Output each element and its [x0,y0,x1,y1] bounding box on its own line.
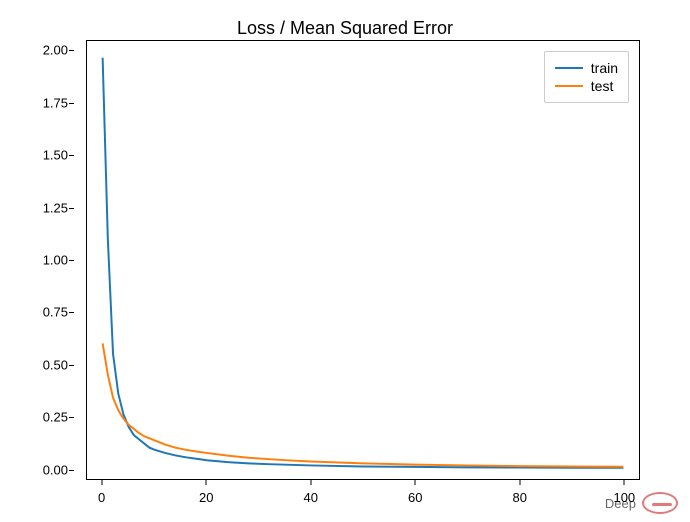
x-tick-mark [519,480,520,485]
x-tick-label: 80 [513,490,527,505]
legend-item-train: train [555,60,618,76]
y-tick-label: 1.75 [43,95,68,110]
series-line-train [103,58,624,468]
legend-label: train [591,60,618,76]
x-tick-mark [206,480,207,485]
y-axis-ticks: 0.00 0.25 0.50 0.75 1.00 1.25 1.50 1.75 2.00 [0,40,80,480]
y-tick-label: 1.25 [43,200,68,215]
plot-svg [87,41,639,479]
x-axis-ticks: 020406080100 [86,480,640,510]
x-tick-label: 40 [304,490,318,505]
y-tick-mark [69,103,74,104]
watermark-text-prefix: Deep [605,496,636,511]
y-tick-mark [69,208,74,209]
chart-title: Loss / Mean Squared Error [0,18,690,39]
x-tick-label: 20 [199,490,213,505]
x-tick-label: 60 [408,490,422,505]
x-tick-mark [101,480,102,485]
y-tick-mark [69,470,74,471]
figure: Loss / Mean Squared Error 0.000.250.500.… [0,0,690,522]
y-tick-label: 1.50 [43,148,68,163]
y-tick-label: 0.25 [43,410,68,425]
watermark: Deep DeepHub中文网 [605,492,678,514]
y-tick-label: 2.00 [43,43,68,58]
legend-item-test: test [555,78,618,94]
legend-label: test [591,78,614,94]
y-tick-mark [69,50,74,51]
y-tick-label: 0.00 [43,462,68,477]
series-line-test [103,343,624,466]
plot-area: train test [86,40,640,480]
legend-swatch [555,67,583,69]
y-tick-mark [69,260,74,261]
x-tick-mark [310,480,311,485]
y-tick-mark [69,155,74,156]
y-tick-label: 0.50 [43,357,68,372]
y-tick-mark [69,365,74,366]
x-tick-mark [415,480,416,485]
x-tick-label: 0 [98,490,105,505]
legend: train test [544,51,629,103]
y-tick-mark [69,312,74,313]
x-tick-mark [624,480,625,485]
y-tick-label: 1.00 [43,253,68,268]
watermark-logo-icon [642,492,678,514]
legend-swatch [555,85,583,87]
y-tick-label: 0.75 [43,305,68,320]
y-tick-mark [69,417,74,418]
